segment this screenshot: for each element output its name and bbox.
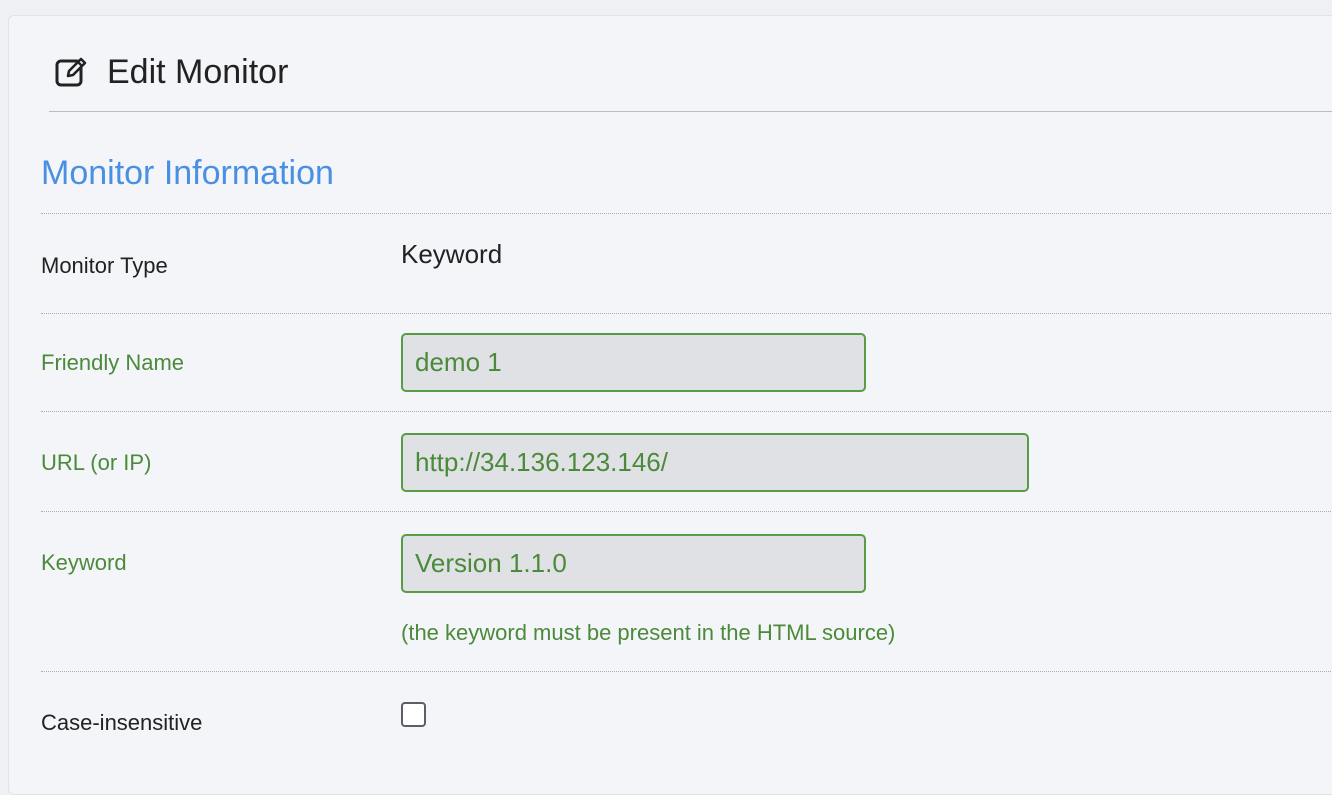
- monitor-type-label: Monitor Type: [41, 253, 168, 278]
- edit-monitor-panel: Edit Monitor: [8, 15, 1332, 795]
- page-title: Edit Monitor: [107, 53, 289, 91]
- case-insensitive-checkbox[interactable]: [401, 702, 426, 727]
- divider: [41, 671, 1332, 672]
- friendly-name-label: Friendly Name: [41, 350, 185, 375]
- divider: [41, 511, 1332, 512]
- url-label: URL (or IP): [41, 450, 152, 475]
- keyword-input[interactable]: [401, 534, 866, 593]
- divider: [41, 313, 1332, 314]
- divider: [41, 411, 1332, 412]
- monitor-type-value: Keyword: [401, 239, 503, 269]
- keyword-label: Keyword: [41, 550, 127, 575]
- edit-icon: [55, 55, 89, 89]
- panel-header: Edit Monitor: [49, 32, 1332, 112]
- case-insensitive-label: Case-insensitive: [41, 710, 203, 735]
- divider: [41, 213, 1332, 214]
- section-title-monitor-information: Monitor Information: [41, 154, 334, 192]
- url-input[interactable]: [401, 433, 1029, 492]
- keyword-help-text: (the keyword must be present in the HTML…: [401, 620, 896, 645]
- friendly-name-input[interactable]: [401, 333, 866, 392]
